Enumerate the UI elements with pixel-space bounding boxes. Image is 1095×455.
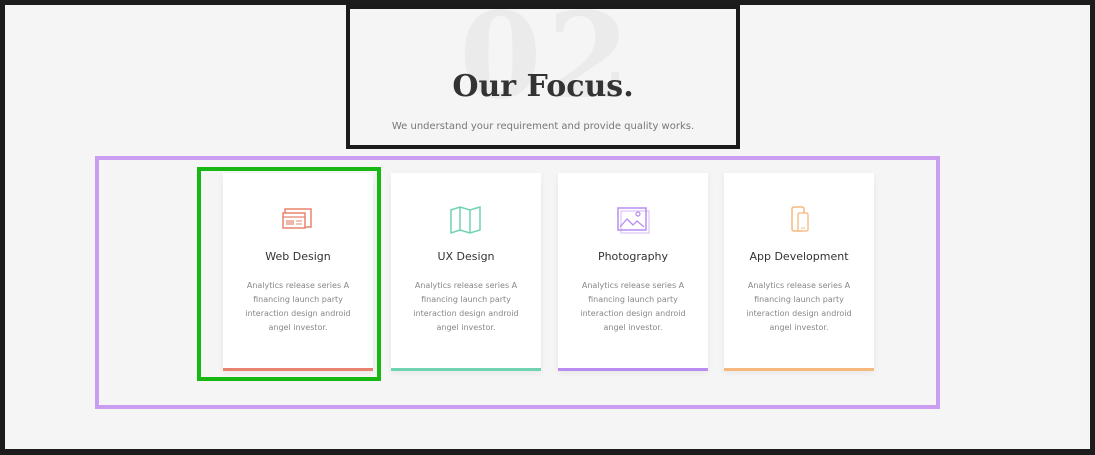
- image-icon: [558, 205, 708, 235]
- card-title: UX Design: [437, 250, 495, 263]
- card-accent-bar: [558, 368, 708, 371]
- selected-card-highlight: [197, 167, 381, 381]
- card-title: Photography: [597, 250, 669, 263]
- section-title: Our Focus.: [452, 69, 634, 104]
- card-title: App Development: [749, 250, 849, 263]
- card-accent-bar: [724, 368, 874, 371]
- card-text: Analytics release series A financing lau…: [580, 281, 686, 332]
- card-text: Analytics release series A financing lau…: [746, 281, 852, 332]
- map-icon: [391, 205, 541, 235]
- card-accent-bar: [391, 368, 541, 371]
- heading-highlight: Our Focus. We understand your requiremen…: [346, 5, 740, 149]
- card-text: Analytics release series A financing lau…: [413, 281, 519, 332]
- mobile-icon: [724, 205, 874, 235]
- card-app-development[interactable]: App Development Analytics release series…: [724, 173, 874, 371]
- section-subtitle: We understand your requirement and provi…: [391, 121, 695, 132]
- card-photography[interactable]: Photography Analytics release series A f…: [558, 173, 708, 371]
- card-ux-design[interactable]: UX Design Analytics release series A fin…: [391, 173, 541, 371]
